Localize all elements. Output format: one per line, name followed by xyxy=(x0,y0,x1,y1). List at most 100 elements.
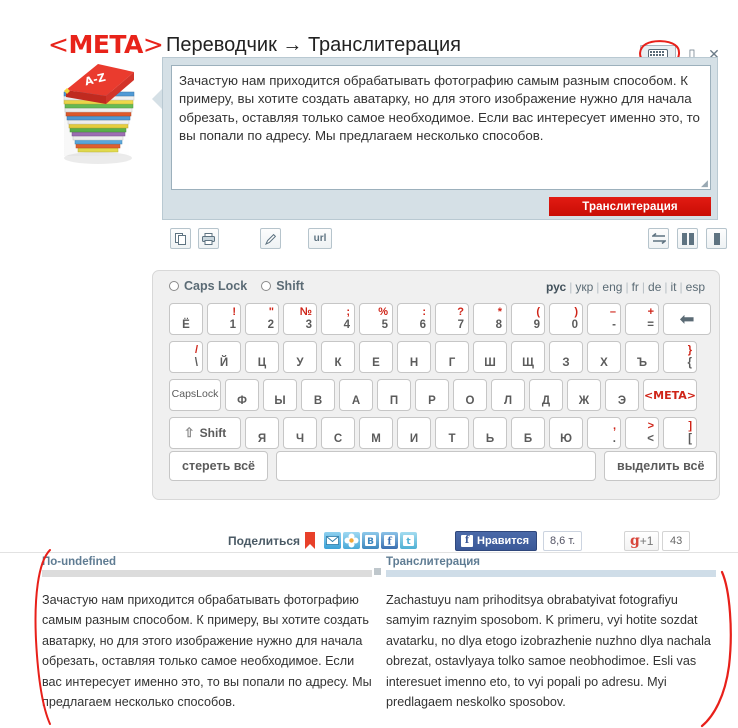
key-Б[interactable]: Б xyxy=(511,417,545,449)
mail-icon[interactable] xyxy=(324,532,341,549)
google-plus-count: 43 xyxy=(662,531,691,551)
url-button[interactable]: url xyxy=(308,228,332,249)
key-О[interactable]: О xyxy=(453,379,487,411)
key-З[interactable]: З xyxy=(549,341,583,373)
key-Т[interactable]: Т xyxy=(435,417,469,449)
key-К[interactable]: К xyxy=(321,341,355,373)
key-\[interactable]: / \ xyxy=(169,341,203,373)
key-3[interactable]: № 3 xyxy=(283,303,317,335)
key-Ъ[interactable]: Ъ xyxy=(625,341,659,373)
language-link-fr[interactable]: fr xyxy=(632,280,639,294)
key-main-label: 4 xyxy=(343,319,350,331)
source-text-input[interactable] xyxy=(171,65,711,190)
key-Ь[interactable]: Ь xyxy=(473,417,507,449)
google-plus-button[interactable]: g +1 xyxy=(624,531,660,551)
vkontakte-icon[interactable]: В xyxy=(362,532,379,549)
key-<[interactable]: > < xyxy=(625,417,659,449)
key-main-label: Е xyxy=(372,357,380,369)
key-Г[interactable]: Г xyxy=(435,341,469,373)
key--[interactable]: – - xyxy=(587,303,621,335)
one-column-layout-icon[interactable] xyxy=(706,228,727,249)
language-link-de[interactable]: de xyxy=(648,280,661,294)
key-Л[interactable]: Л xyxy=(491,379,525,411)
space-key[interactable] xyxy=(276,451,597,481)
language-link-eng[interactable]: eng xyxy=(602,280,622,294)
key-Ж[interactable]: Ж xyxy=(567,379,601,411)
edit-icon[interactable] xyxy=(260,228,281,249)
key-main-label: У xyxy=(296,357,304,369)
key-Ю[interactable]: Ю xyxy=(549,417,583,449)
key-Д[interactable]: Д xyxy=(529,379,563,411)
key-5[interactable]: % 5 xyxy=(359,303,393,335)
key-П[interactable]: П xyxy=(377,379,411,411)
caps-lock-radio-dot xyxy=(169,281,179,291)
key-С[interactable]: С xyxy=(321,417,355,449)
key-Ё[interactable]: Ё xyxy=(169,303,203,335)
key-В[interactable]: В xyxy=(301,379,335,411)
key-А[interactable]: А xyxy=(339,379,373,411)
textarea-resize-grip[interactable]: ◢ xyxy=(701,178,711,188)
key-Р[interactable]: Р xyxy=(415,379,449,411)
key-Н[interactable]: Н xyxy=(397,341,431,373)
print-icon[interactable] xyxy=(198,228,219,249)
key-=[interactable]: + = xyxy=(625,303,659,335)
key-sup-label: " xyxy=(268,306,274,318)
twitter-icon[interactable]: t xyxy=(400,532,417,549)
key-{[interactable]: }{ xyxy=(663,341,697,373)
key-Ч[interactable]: Ч xyxy=(283,417,317,449)
key-И[interactable]: И xyxy=(397,417,431,449)
share-bar: Поделиться В f t f Нравится 8,6 т. g +1 … xyxy=(0,530,738,554)
key-sup-label: ? xyxy=(457,306,464,318)
keyboard-row-1: Ё! 1 " 2 № 3; 4% 5:6? 7 * 8(9) 0– - + = ⬅ xyxy=(169,303,711,335)
shift-radio[interactable]: Shift xyxy=(261,279,304,293)
key-main-label: Н xyxy=(409,357,419,369)
facebook-like-button[interactable]: f Нравится xyxy=(455,531,538,551)
key-Э[interactable]: Э xyxy=(605,379,639,411)
key-2[interactable]: " 2 xyxy=(245,303,279,335)
key-9[interactable]: (9 xyxy=(511,303,545,335)
key-Щ[interactable]: Щ xyxy=(511,341,545,373)
swap-icon[interactable] xyxy=(648,228,669,249)
key-М[interactable]: М xyxy=(359,417,393,449)
key-.[interactable]: ,. xyxy=(587,417,621,449)
meta-key[interactable]: <META> xyxy=(643,379,697,411)
key-main-label: Б xyxy=(523,433,533,445)
clear-all-button[interactable]: стереть всё xyxy=(169,451,269,481)
key-Ф[interactable]: Ф xyxy=(225,379,259,411)
key-8[interactable]: * 8 xyxy=(473,303,507,335)
key-Ы[interactable]: Ы xyxy=(263,379,297,411)
key-У[interactable]: У xyxy=(283,341,317,373)
key-[[interactable]: ][ xyxy=(663,417,697,449)
key-Ш[interactable]: Ш xyxy=(473,341,507,373)
language-separator: | xyxy=(679,280,683,294)
shift-key[interactable]: ⇧ Shift xyxy=(169,417,241,449)
caps-lock-radio[interactable]: Caps Lock xyxy=(169,279,247,293)
language-link-укр[interactable]: укр xyxy=(575,280,593,294)
key-7[interactable]: ? 7 xyxy=(435,303,469,335)
key-Х[interactable]: Х xyxy=(587,341,621,373)
key-main-label: Ш xyxy=(484,357,496,369)
caps-lock-key[interactable]: Caps Lock xyxy=(169,379,221,411)
facebook-glyph: f xyxy=(384,535,395,548)
language-link-it[interactable]: it xyxy=(671,280,677,294)
key-6[interactable]: :6 xyxy=(397,303,431,335)
backspace-key[interactable]: ⬅ xyxy=(663,303,711,335)
transliterate-button[interactable]: Транслитерация xyxy=(549,197,711,216)
key-1[interactable]: ! 1 xyxy=(207,303,241,335)
facebook-icon[interactable]: f xyxy=(381,532,398,549)
language-link-рус[interactable]: рус xyxy=(546,280,566,294)
language-link-esp[interactable]: esp xyxy=(686,280,705,294)
odnoklassniki-icon[interactable] xyxy=(343,532,360,549)
bookmark-icon[interactable] xyxy=(305,532,322,549)
key-Ц[interactable]: Ц xyxy=(245,341,279,373)
two-column-layout-icon[interactable] xyxy=(677,228,698,249)
key-4[interactable]: ; 4 xyxy=(321,303,355,335)
key-Я[interactable]: Я xyxy=(245,417,279,449)
key-0[interactable]: ) 0 xyxy=(549,303,583,335)
pencil-glyph xyxy=(264,233,276,245)
key-Е[interactable]: Е xyxy=(359,341,393,373)
mail-glyph xyxy=(326,536,339,545)
select-all-button[interactable]: выделить всё xyxy=(604,451,718,481)
copy-icon[interactable] xyxy=(170,228,191,249)
key-Й[interactable]: Й xyxy=(207,341,241,373)
